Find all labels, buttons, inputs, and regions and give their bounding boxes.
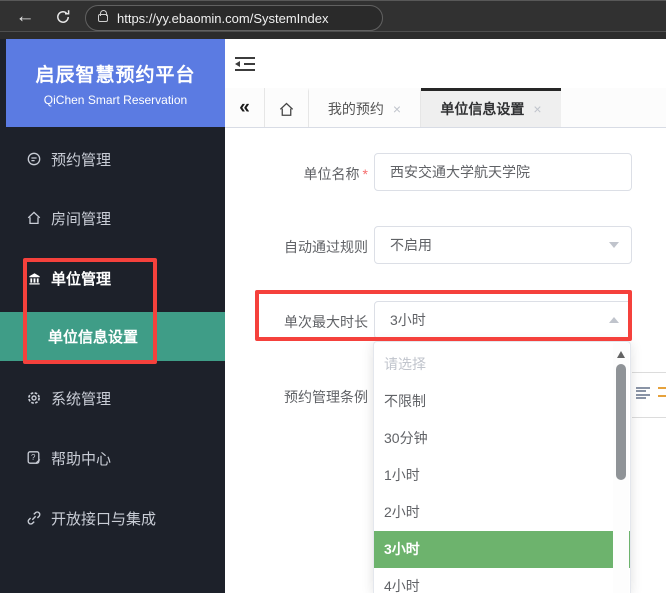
sidebar: 启辰智慧预约平台 QiChen Smart Reservation 预约管理 房… — [0, 39, 225, 593]
tab-my-reservations[interactable]: 我的预约 × — [309, 88, 421, 127]
max-duration-dropdown: 请选择 不限制 30分钟 1小时 2小时 3小时 4小时 — [373, 341, 631, 593]
sidebar-item-label: 预约管理 — [51, 149, 111, 170]
dropdown-option-3hours-selected[interactable]: 3小时 — [374, 531, 630, 568]
editor-toolbar-bottom-border — [632, 417, 666, 418]
help-doc-icon: ? — [26, 450, 42, 466]
collapse-sidebar-icon[interactable] — [235, 57, 255, 71]
chevron-down-icon — [609, 242, 619, 248]
browser-toolbar-edge — [0, 31, 666, 39]
sidebar-item-system-mgmt[interactable]: 系统管理 — [0, 386, 225, 410]
building-icon — [26, 270, 42, 286]
sidebar-item-unit-info-settings[interactable]: 单位信息设置 — [0, 312, 225, 361]
gear-icon — [26, 390, 42, 406]
auto-approve-rule-select[interactable]: 不启用 — [374, 226, 632, 264]
max-duration-select[interactable]: 3小时 — [374, 301, 632, 339]
app-subtitle: QiChen Smart Reservation — [6, 93, 225, 107]
align-lines-icon[interactable] — [636, 387, 651, 399]
editor-toolbar-partial-icon — [658, 395, 666, 397]
dropdown-option-placeholder: 请选择 — [374, 346, 630, 383]
sidebar-item-unit-mgmt[interactable]: 单位管理 — [0, 266, 225, 290]
tab-label: 单位信息设置 — [440, 99, 524, 119]
dropdown-scrollbar[interactable] — [613, 343, 629, 593]
content-header — [225, 39, 666, 88]
editor-toolbar-top-border — [632, 372, 666, 373]
main-content: « 我的预约 × 单位信息设置 × 单位名称* 西安交通大学航天学院 自动通过规… — [225, 39, 666, 593]
tabs-scroll-left-button[interactable]: « — [225, 88, 265, 127]
dropdown-option-1hour[interactable]: 1小时 — [374, 457, 630, 494]
editor-toolbar-partial-icon — [658, 387, 666, 389]
app-title: 启辰智慧预约平台 — [6, 60, 225, 87]
sidebar-item-help-center[interactable]: ? 帮助中心 — [0, 446, 225, 470]
chevron-up-icon — [609, 317, 619, 323]
url-text[interactable]: https://yy.ebaomin.com/SystemIndex — [117, 11, 328, 26]
close-icon[interactable]: × — [393, 101, 401, 117]
browser-refresh-button[interactable] — [48, 3, 78, 31]
unit-name-input[interactable]: 西安交通大学航天学院 — [374, 153, 632, 191]
tab-unit-info-settings[interactable]: 单位信息设置 × — [421, 88, 561, 127]
browser-back-button[interactable]: ← — [10, 3, 40, 31]
dropdown-option-30min[interactable]: 30分钟 — [374, 420, 630, 457]
auto-approve-rule-value: 不启用 — [390, 235, 432, 255]
tab-label: 我的预约 — [328, 99, 384, 119]
sidebar-item-label: 单位信息设置 — [48, 326, 138, 347]
sidebar-item-label: 系统管理 — [51, 388, 111, 409]
sidebar-item-label: 开放接口与集成 — [51, 508, 156, 529]
dropdown-option-4hours[interactable]: 4小时 — [374, 568, 630, 593]
refresh-icon — [55, 9, 71, 25]
reservation-icon — [26, 151, 42, 167]
scrollbar-thumb[interactable] — [616, 364, 626, 480]
sidebar-item-label: 帮助中心 — [51, 448, 111, 469]
home-icon — [278, 101, 295, 118]
tab-bar: « 我的预约 × 单位信息设置 × — [225, 88, 666, 128]
sidebar-item-label: 房间管理 — [51, 208, 111, 229]
site-security-lock-icon[interactable] — [98, 14, 108, 22]
sidebar-item-open-api[interactable]: 开放接口与集成 — [0, 506, 225, 530]
required-asterisk: * — [363, 166, 368, 182]
home-icon — [26, 210, 42, 226]
close-icon[interactable]: × — [533, 101, 541, 117]
max-duration-value: 3小时 — [390, 310, 426, 330]
dropdown-option-2hours[interactable]: 2小时 — [374, 494, 630, 531]
brand-header: 启辰智慧预约平台 QiChen Smart Reservation — [6, 39, 225, 127]
reservation-rules-label: 预约管理条例 — [225, 387, 368, 407]
dropdown-option-unlimited[interactable]: 不限制 — [374, 383, 630, 420]
address-bar[interactable]: https://yy.ebaomin.com/SystemIndex — [85, 5, 383, 31]
auto-approve-rule-label: 自动通过规则 — [225, 237, 368, 257]
sidebar-item-label: 单位管理 — [51, 268, 111, 289]
link-icon — [26, 510, 42, 526]
scrollbar-up-arrow-icon[interactable] — [617, 351, 625, 358]
browser-toolbar: ← https://yy.ebaomin.com/SystemIndex — [0, 0, 666, 39]
max-duration-label: 单次最大时长 — [225, 312, 368, 332]
svg-text:?: ? — [31, 453, 36, 462]
unit-name-value: 西安交通大学航天学院 — [390, 162, 530, 182]
app-screen: ← https://yy.ebaomin.com/SystemIndex 启辰智… — [0, 0, 666, 593]
unit-name-label: 单位名称* — [225, 164, 368, 184]
tab-home[interactable] — [265, 88, 309, 127]
sidebar-item-reservation-mgmt[interactable]: 预约管理 — [0, 147, 225, 171]
sidebar-item-room-mgmt[interactable]: 房间管理 — [0, 206, 225, 230]
